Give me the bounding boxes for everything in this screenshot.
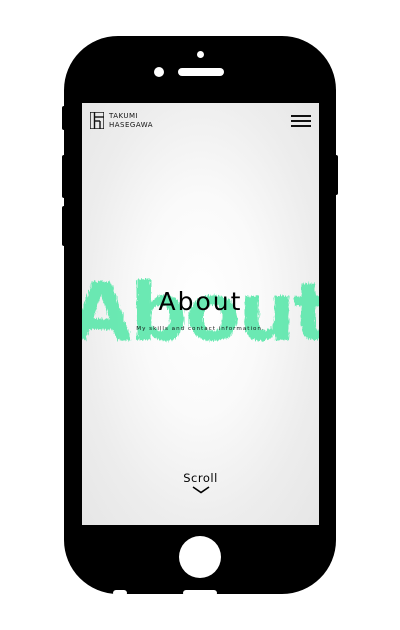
phone-power-button: [333, 155, 338, 195]
phone-mute-switch: [62, 106, 67, 130]
page-stage: About About My skills and contact inform…: [0, 0, 400, 630]
scroll-label: Scroll: [183, 471, 218, 485]
page-title: About: [158, 287, 243, 316]
phone-home-button[interactable]: [179, 536, 221, 578]
page-subtitle: My skills and contact information.: [136, 326, 265, 332]
hamburger-menu-icon[interactable]: [291, 114, 311, 128]
site-logo-text[interactable]: TAKUMI HASEGAWA: [109, 112, 153, 129]
logo-icon[interactable]: [90, 112, 104, 129]
phone-speaker: [178, 68, 224, 76]
hero-section: About About My skills and contact inform…: [82, 103, 319, 525]
chevron-down-icon: [192, 486, 209, 494]
site-header: TAKUMI HASEGAWA: [82, 103, 319, 139]
phone-sensor-icon: [197, 51, 204, 58]
phone-volume-up-button: [62, 155, 67, 198]
phone-camera-icon: [154, 67, 164, 77]
phone-screen: About About My skills and contact inform…: [82, 103, 319, 525]
phone-volume-down-button: [62, 206, 67, 246]
phone-bottom-edge-detail: [183, 590, 217, 596]
phone-bottom-edge-detail: [113, 590, 127, 596]
scroll-indicator[interactable]: Scroll: [82, 471, 319, 494]
logo-line-first-name: TAKUMI: [109, 112, 139, 120]
logo-line-last-name: HASEGAWA: [109, 120, 154, 129]
